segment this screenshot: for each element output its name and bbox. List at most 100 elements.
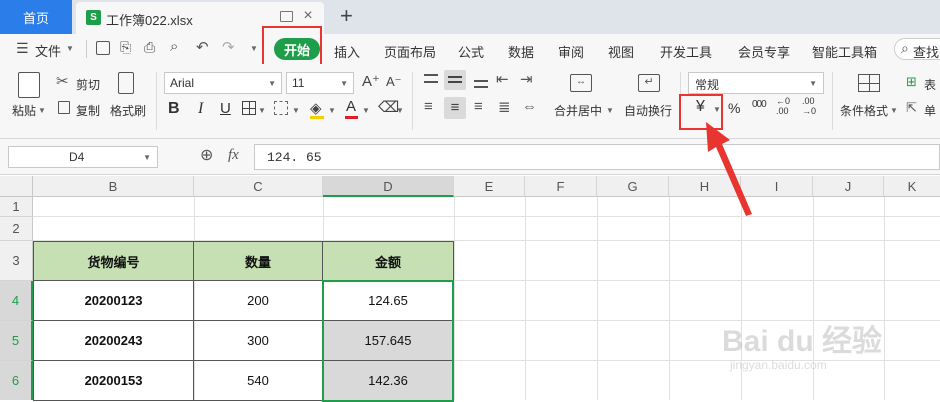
grow-font-button[interactable]: A⁺ — [362, 72, 380, 90]
column-header-f[interactable]: F — [525, 176, 597, 197]
table-cell-id[interactable]: 20200123 — [33, 281, 194, 321]
justify-icon[interactable]: ≣ — [498, 98, 511, 116]
chevron-down-icon[interactable]: ▼ — [258, 106, 266, 115]
increase-decimal-button[interactable]: ←0 .00 — [776, 96, 798, 116]
chevron-down-icon[interactable]: ▼ — [890, 106, 898, 115]
wrap-text-icon[interactable]: ↵ — [638, 74, 660, 92]
paste-button-label[interactable]: 粘贴 — [12, 102, 36, 119]
cell-label[interactable]: 单 — [924, 102, 936, 119]
table-cell-qty[interactable]: 300 — [194, 321, 323, 361]
percent-format-button[interactable]: % — [728, 100, 740, 116]
underline-button[interactable]: U — [220, 100, 231, 117]
chevron-down-icon[interactable]: ▼ — [606, 106, 614, 115]
wrap-text-label[interactable]: 自动换行 — [624, 102, 672, 119]
table-cell-qty[interactable]: 200 — [194, 281, 323, 321]
distributed-icon[interactable]: ⇔ — [522, 98, 537, 115]
table-cell-qty[interactable]: 540 — [194, 361, 323, 401]
table-cell-id[interactable]: 20200243 — [33, 321, 194, 361]
bold-button[interactable]: B — [168, 100, 180, 118]
menu-member[interactable]: 会员专享 — [738, 42, 790, 61]
column-header-j[interactable]: J — [813, 176, 884, 197]
chevron-down-icon[interactable]: ▼ — [362, 106, 370, 115]
table-header-cell[interactable]: 数量 — [194, 241, 323, 281]
fx-label[interactable]: fx — [228, 147, 239, 164]
increase-indent-icon[interactable]: ⇥ — [520, 70, 533, 88]
row-header-1[interactable]: 1 — [0, 197, 33, 217]
undo-icon[interactable]: ↶ — [196, 38, 209, 56]
cut-label[interactable]: 剪切 — [76, 76, 100, 93]
row-header-4[interactable]: 4 — [0, 281, 33, 321]
zoom-icon[interactable]: ⊕ — [200, 145, 213, 165]
merge-center-icon[interactable]: ↔ — [570, 74, 592, 92]
align-bottom-icon[interactable] — [474, 78, 488, 88]
menu-page-layout[interactable]: 页面布局 — [384, 42, 436, 61]
save-icon[interactable] — [96, 41, 110, 55]
table-style-icon[interactable]: ⊞ — [906, 74, 917, 90]
export-icon[interactable]: ⎘ — [120, 39, 131, 56]
align-left-icon[interactable]: ≡ — [424, 98, 433, 115]
column-header-k[interactable]: K — [884, 176, 940, 197]
select-all-corner[interactable] — [0, 176, 33, 197]
font-color-button[interactable]: A — [346, 98, 356, 115]
copy-icon[interactable] — [58, 101, 70, 114]
column-header-c[interactable]: C — [194, 176, 323, 197]
align-center-icon[interactable]: ≡ — [444, 97, 466, 119]
format-painter-label[interactable]: 格式刷 — [110, 102, 146, 119]
menu-review[interactable]: 审阅 — [558, 42, 584, 61]
number-format-select[interactable]: 常规 ▼ — [688, 72, 824, 94]
font-name-select[interactable]: Arial ▼ — [164, 72, 282, 94]
conditional-format-icon[interactable] — [858, 74, 880, 92]
column-header-e[interactable]: E — [454, 176, 525, 197]
row-header-6[interactable]: 6 — [0, 361, 33, 400]
menu-formulas[interactable]: 公式 — [458, 42, 484, 61]
chevron-down-icon[interactable]: ▼ — [396, 106, 404, 115]
menu-data[interactable]: 数据 — [508, 42, 534, 61]
row-header-2[interactable]: 2 — [0, 217, 33, 241]
table-header-cell[interactable]: 货物编号 — [33, 241, 194, 281]
row-header-5[interactable]: 5 — [0, 321, 33, 361]
menu-developer[interactable]: 开发工具 — [660, 42, 712, 61]
file-menu[interactable]: 文件 — [35, 41, 61, 60]
merge-center-label[interactable]: 合并居中 — [554, 102, 602, 119]
fill-color-icon[interactable]: ◈ — [310, 99, 322, 117]
close-tab-icon[interactable]: × — [300, 7, 316, 24]
column-header-g[interactable]: G — [597, 176, 669, 197]
menu-smart-toolbox[interactable]: 智能工具箱 — [812, 42, 877, 61]
copy-label[interactable]: 复制 — [76, 102, 100, 119]
chevron-down-icon[interactable]: ▼ — [66, 44, 74, 53]
print-icon[interactable]: ⎙ — [144, 39, 155, 56]
thousands-format-button[interactable]: 000 — [752, 99, 767, 110]
quick-access-dropdown-icon[interactable]: ▼ — [250, 44, 258, 53]
chevron-down-icon[interactable]: ▼ — [328, 106, 336, 115]
table-cell-id[interactable]: 20200153 — [33, 361, 194, 401]
align-right-icon[interactable]: ≡ — [474, 98, 483, 115]
cell-style-icon[interactable] — [274, 101, 288, 115]
search-box[interactable]: ⌕ 查找 — [894, 38, 940, 60]
paste-icon[interactable] — [18, 72, 40, 98]
decrease-decimal-button[interactable]: .00 →0 — [802, 96, 824, 116]
row-header-3[interactable]: 3 — [0, 241, 33, 281]
hamburger-icon[interactable]: ☰ — [16, 40, 29, 57]
print-preview-icon[interactable]: ⌕ — [170, 38, 178, 55]
tab-home[interactable]: 首页 — [0, 0, 72, 34]
menu-view[interactable]: 视图 — [608, 42, 634, 61]
menu-insert[interactable]: 插入 — [334, 42, 360, 61]
table-header-cell[interactable]: 金额 — [323, 241, 454, 281]
new-tab-button[interactable]: + — [340, 3, 353, 29]
italic-button[interactable]: I — [198, 100, 203, 118]
paste-dropdown-icon[interactable]: ▼ — [38, 106, 46, 115]
chevron-down-icon[interactable]: ▼ — [292, 106, 300, 115]
redo-icon[interactable]: ↷ — [222, 38, 235, 56]
conditional-format-label[interactable]: 条件格式 — [840, 102, 888, 119]
formula-input[interactable]: 124. 65 — [254, 144, 940, 170]
cut-icon[interactable]: ✂ — [56, 72, 69, 90]
name-box[interactable]: D4 ▼ — [8, 146, 158, 168]
table-style-label[interactable]: 表 — [924, 76, 936, 93]
font-size-select[interactable]: 11 ▼ — [286, 72, 354, 94]
decrease-indent-icon[interactable]: ⇤ — [496, 70, 509, 88]
shrink-font-button[interactable]: A⁻ — [386, 74, 402, 90]
format-painter-icon[interactable] — [118, 72, 134, 94]
align-top-icon[interactable] — [424, 74, 438, 86]
column-header-b[interactable]: B — [33, 176, 194, 197]
align-middle-icon[interactable] — [444, 70, 466, 90]
